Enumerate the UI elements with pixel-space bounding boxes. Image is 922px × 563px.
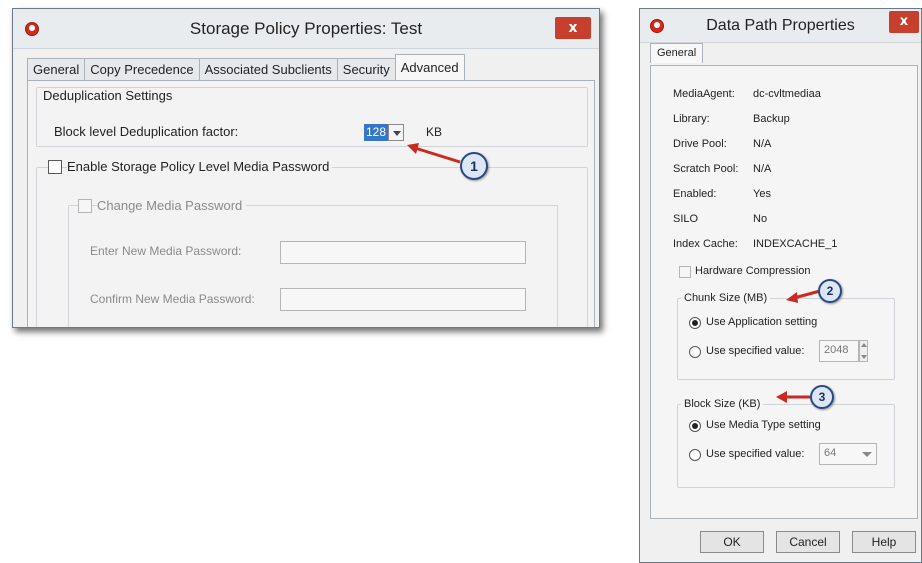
window-title: Storage Policy Properties: Test <box>189 19 423 38</box>
chunk-size-label: Chunk Size (MB) <box>681 292 771 304</box>
library-label: Library: <box>673 113 710 125</box>
block-use-specified-label: Use specified value: <box>706 448 805 460</box>
chunk-size-spinner-input[interactable]: 2048 <box>819 340 859 362</box>
advanced-tab-panel: Deduplication Settings Block level Dedup… <box>27 80 595 327</box>
block-use-media-type-radio[interactable] <box>689 420 701 432</box>
tab-copy-precedence[interactable]: Copy Precedence <box>84 58 200 80</box>
block-level-dedup-factor-label: Block level Deduplication factor: <box>54 124 239 139</box>
help-button[interactable]: Help <box>852 531 916 553</box>
index-cache-label: Index Cache: <box>673 238 738 250</box>
enable-media-password-checkbox[interactable] <box>48 160 62 174</box>
index-cache-value: INDEXCACHE_1 <box>753 238 838 250</box>
callout-3-badge: 3 <box>810 385 834 409</box>
deduplication-settings-label: Deduplication Settings <box>40 88 176 103</box>
block-use-specified-radio[interactable] <box>689 449 701 461</box>
tab-general[interactable]: General <box>27 58 86 80</box>
storage-policy-properties-window: Storage Policy Properties: Test x Genera… <box>12 8 600 328</box>
callout-1-badge: 1 <box>460 152 488 180</box>
change-media-password-checkbox[interactable] <box>78 199 92 213</box>
cancel-button[interactable]: Cancel <box>776 531 840 553</box>
block-size-combo-arrow-icon[interactable] <box>860 444 874 464</box>
block-size-label: Block Size (KB) <box>681 398 764 410</box>
block-use-media-type-label: Use Media Type setting <box>706 419 821 431</box>
silo-value: No <box>753 213 768 225</box>
confirm-password-input[interactable] <box>280 288 526 311</box>
callout-1-arrow-icon <box>407 143 461 164</box>
chunk-use-application-label: Use Application setting <box>706 316 818 328</box>
title-bar[interactable]: Data Path Properties x <box>640 9 921 43</box>
tab-advanced[interactable]: Advanced <box>394 54 465 80</box>
dedup-factor-dropdown-value[interactable]: 128 <box>364 124 389 141</box>
window-title: Data Path Properties <box>706 17 855 34</box>
general-tab-panel: MediaAgent: dc-cvltmediaa Library: Backu… <box>650 65 918 519</box>
dedup-factor-unit: KB <box>426 125 443 139</box>
confirm-password-label: Confirm New Media Password: <box>90 292 255 306</box>
chunk-size-spinner-arrows-icon[interactable] <box>859 340 868 362</box>
close-button[interactable]: x <box>889 11 919 33</box>
scratch-pool-value: N/A <box>753 163 772 175</box>
tab-associated-subclients[interactable]: Associated Subclients <box>198 58 338 80</box>
title-bar[interactable]: Storage Policy Properties: Test x <box>13 9 599 49</box>
data-path-properties-window: Data Path Properties x General MediaAgen… <box>639 8 922 563</box>
chunk-use-specified-label: Use specified value: <box>706 345 805 357</box>
silo-label: SILO <box>673 213 699 225</box>
mediaagent-label: MediaAgent: <box>673 88 735 100</box>
scratch-pool-label: Scratch Pool: <box>673 163 739 175</box>
enabled-value: Yes <box>753 188 771 200</box>
tab-general[interactable]: General <box>650 43 704 63</box>
hardware-compression-checkbox[interactable] <box>679 266 691 278</box>
new-password-input[interactable] <box>280 241 526 264</box>
chunk-use-specified-radio[interactable] <box>689 346 701 358</box>
callout-2-badge: 2 <box>818 279 842 303</box>
drive-pool-label: Drive Pool: <box>673 138 727 150</box>
ok-button[interactable]: OK <box>700 531 764 553</box>
tab-security[interactable]: Security <box>336 58 396 80</box>
chunk-size-group <box>677 298 895 380</box>
change-media-password-label: Change Media Password <box>97 198 247 213</box>
hardware-compression-label: Hardware Compression <box>695 265 811 277</box>
drive-pool-value: N/A <box>753 138 772 150</box>
enabled-label: Enabled: <box>673 188 717 200</box>
library-value: Backup <box>753 113 790 125</box>
mediaagent-value: dc-cvltmediaa <box>753 88 821 100</box>
close-button[interactable]: x <box>555 17 591 39</box>
new-password-label: Enter New Media Password: <box>90 244 242 258</box>
tab-strip: General Copy Precedence Associated Subcl… <box>27 54 465 80</box>
enable-media-password-label: Enable Storage Policy Level Media Passwo… <box>67 159 333 174</box>
dedup-factor-dropdown-arrow-icon[interactable] <box>388 124 404 141</box>
chunk-use-application-radio[interactable] <box>689 317 701 329</box>
